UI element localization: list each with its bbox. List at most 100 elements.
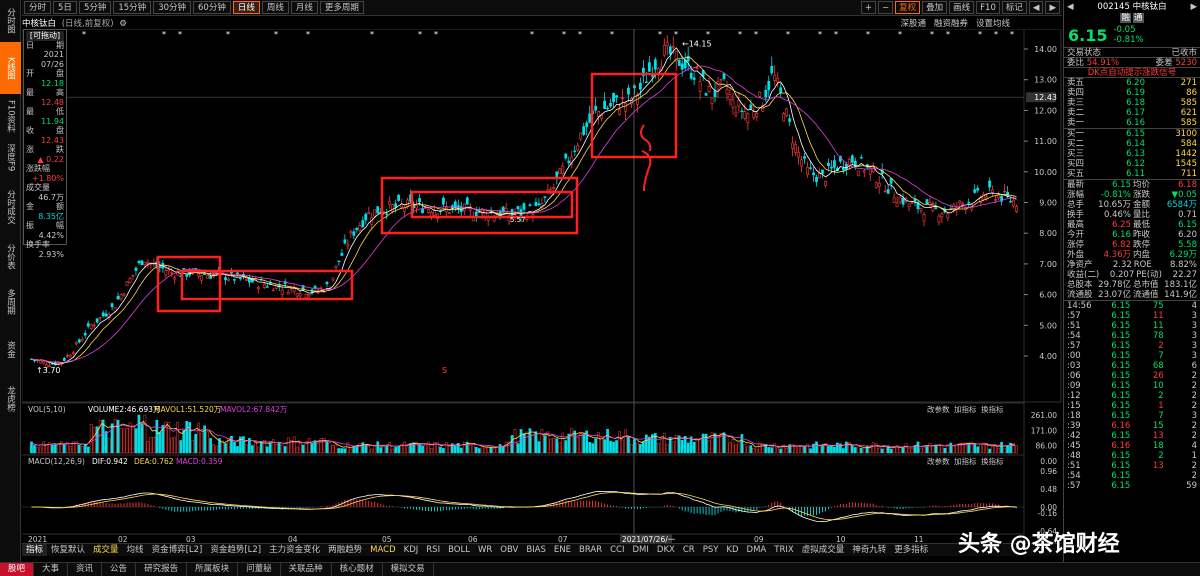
event-marker-icon[interactable]: * bbox=[418, 30, 422, 39]
left-tab-8[interactable]: 龙虎榜 bbox=[0, 374, 21, 424]
event-marker-icon[interactable]: * bbox=[658, 30, 662, 39]
event-marker-icon[interactable]: * bbox=[674, 30, 678, 39]
footer-tab-7[interactable]: 关联品种 bbox=[281, 563, 332, 576]
left-tab-3[interactable]: 深度F9 bbox=[0, 138, 21, 178]
footer-tab-0[interactable]: 股吧 bbox=[0, 563, 35, 576]
indicator-tab-9[interactable]: KDJ bbox=[400, 544, 423, 556]
footer-tab-8[interactable]: 核心题材 bbox=[332, 563, 383, 576]
forward-arrow-icon[interactable]: ▶ bbox=[1190, 2, 1197, 12]
indicator-tab-1[interactable]: 恢复默认 bbox=[47, 544, 89, 556]
indicator-tab-18[interactable]: DMI bbox=[629, 544, 653, 556]
footer-tab-1[interactable]: 大事 bbox=[34, 563, 69, 576]
indicator-tab-24[interactable]: TRIX bbox=[770, 544, 797, 556]
kline-info-box[interactable]: [可拖动] 日期 2021 07/26 开盘 12.18 最高 12.48 最低 11.94 收盘… bbox=[23, 29, 67, 259]
event-marker-icon[interactable]: * bbox=[786, 30, 790, 39]
period-button-8[interactable]: 月线 bbox=[290, 1, 318, 14]
event-marker-icon[interactable]: * bbox=[434, 30, 438, 39]
indicator-tab-12[interactable]: WR bbox=[474, 544, 496, 556]
left-tab-6[interactable]: 多周期 bbox=[0, 280, 21, 324]
indicator-tab-16[interactable]: BRAR bbox=[575, 544, 606, 556]
link-set-ma[interactable]: 设置均线 bbox=[976, 17, 1010, 29]
period-button-1[interactable]: 5日 bbox=[53, 1, 77, 14]
event-marker-icon[interactable]: * bbox=[930, 30, 934, 39]
link-rongzi[interactable]: 融资融券 bbox=[934, 17, 968, 29]
event-marker-icon[interactable]: * bbox=[818, 30, 822, 39]
signal-link[interactable]: DK点自动提示涨跌信号 bbox=[1088, 68, 1177, 78]
left-tab-4[interactable]: 分时成交 bbox=[0, 180, 21, 234]
period-button-7[interactable]: 周线 bbox=[261, 1, 289, 14]
link-shengutong[interactable]: 深股通 bbox=[900, 17, 926, 29]
event-marker-icon[interactable]: * bbox=[978, 30, 982, 39]
indicator-tab-25[interactable]: 虚拟成交量 bbox=[798, 544, 849, 556]
left-tab-1[interactable]: K线图 bbox=[0, 42, 21, 94]
footer-tab-4[interactable]: 研究报告 bbox=[136, 563, 188, 576]
event-marker-icon[interactable]: * bbox=[946, 30, 950, 39]
indicator-tab-5[interactable]: 资金趋势[L2] bbox=[206, 544, 265, 556]
event-marker-icon[interactable]: * bbox=[82, 30, 86, 39]
event-marker-icon[interactable]: * bbox=[866, 30, 870, 39]
event-marker-icon[interactable]: * bbox=[306, 30, 310, 39]
indicator-tab-7[interactable]: 两融趋势 bbox=[324, 544, 366, 556]
event-marker-icon[interactable]: * bbox=[738, 30, 742, 39]
event-marker-icon[interactable]: * bbox=[898, 30, 902, 39]
period-button-6[interactable]: 日线 bbox=[232, 1, 260, 14]
toolbar-right-button-7[interactable]: ◀ bbox=[1028, 1, 1044, 14]
period-button-3[interactable]: 15分钟 bbox=[113, 1, 152, 14]
indicator-tab-10[interactable]: RSI bbox=[422, 544, 444, 556]
indicator-tab-13[interactable]: OBV bbox=[496, 544, 522, 556]
event-marker-icon[interactable]: * bbox=[994, 30, 998, 39]
indicator-tab-27[interactable]: 更多指标 bbox=[890, 544, 932, 556]
left-tab-0[interactable]: 分时图 bbox=[0, 2, 21, 40]
indicator-tab-11[interactable]: BOLL bbox=[444, 544, 474, 556]
event-marker-icon[interactable]: * bbox=[1010, 30, 1014, 39]
indicator-tab-6[interactable]: 主力资金变化 bbox=[265, 544, 324, 556]
indicator-tab-20[interactable]: CR bbox=[679, 544, 699, 556]
indicator-tab-14[interactable]: BIAS bbox=[522, 544, 550, 556]
indicator-tab-2[interactable]: 成交量 bbox=[89, 544, 123, 556]
left-tab-5[interactable]: 分价表 bbox=[0, 236, 21, 278]
indicator-tab-4[interactable]: 资金博弈[L2] bbox=[148, 544, 207, 556]
indicator-tab-19[interactable]: DKX bbox=[653, 544, 679, 556]
period-button-0[interactable]: 分时 bbox=[24, 1, 52, 14]
toolbar-right-button-0[interactable]: + bbox=[860, 1, 876, 14]
event-marker-icon[interactable]: * bbox=[226, 30, 230, 39]
back-arrow-icon[interactable]: ◀ bbox=[1067, 2, 1074, 12]
toolbar-right-button-3[interactable]: 叠加 bbox=[922, 1, 948, 14]
indicator-tab-26[interactable]: 神奇九转 bbox=[848, 544, 890, 556]
indicator-tab-15[interactable]: ENE bbox=[550, 544, 575, 556]
footer-tab-6[interactable]: 问董秘 bbox=[238, 563, 281, 576]
toolbar-right-button-2[interactable]: 复权 bbox=[895, 1, 921, 14]
indicator-tab-3[interactable]: 均线 bbox=[123, 544, 148, 556]
indicator-tab-8[interactable]: MACD bbox=[366, 544, 399, 556]
toolbar-right-button-6[interactable]: 标记 bbox=[1001, 1, 1027, 14]
event-marker-icon[interactable]: * bbox=[834, 30, 838, 39]
indicator-tab-21[interactable]: PSY bbox=[699, 544, 723, 556]
period-button-2[interactable]: 5分钟 bbox=[78, 1, 112, 14]
footer-tab-2[interactable]: 资讯 bbox=[68, 563, 103, 576]
footer-tab-9[interactable]: 模拟交易 bbox=[383, 563, 434, 576]
event-marker-icon[interactable]: * bbox=[370, 30, 374, 39]
toolbar-right-button-8[interactable]: ▶ bbox=[1045, 1, 1060, 14]
toolbar-right-button-4[interactable]: 画线 bbox=[949, 1, 975, 14]
infobox-title[interactable]: [可拖动] bbox=[26, 31, 64, 41]
toolbar-right-button-1[interactable]: − bbox=[878, 1, 894, 14]
event-marker-icon[interactable]: * bbox=[274, 30, 278, 39]
event-marker-icon[interactable]: * bbox=[562, 30, 566, 39]
event-marker-icon[interactable]: * bbox=[162, 30, 166, 39]
event-marker-icon[interactable]: * bbox=[754, 30, 758, 39]
period-button-9[interactable]: 更多周期 bbox=[319, 1, 364, 14]
event-marker-icon[interactable]: * bbox=[706, 30, 710, 39]
indicator-tab-17[interactable]: CCI bbox=[606, 544, 628, 556]
footer-tab-3[interactable]: 公告 bbox=[102, 563, 137, 576]
period-button-5[interactable]: 60分钟 bbox=[193, 1, 231, 14]
event-marker-icon[interactable]: * bbox=[530, 30, 534, 39]
footer-tab-5[interactable]: 所属板块 bbox=[187, 563, 239, 576]
settings-icon[interactable]: ⚙ bbox=[119, 19, 127, 29]
event-marker-icon[interactable]: * bbox=[178, 30, 182, 39]
kline-chart-area[interactable]: 14.00 13.00 12.00 11.00 10.00 9.00 8.00 7.00 6.0… bbox=[22, 29, 1062, 543]
event-marker-icon[interactable]: * bbox=[610, 30, 614, 39]
period-button-4[interactable]: 30分钟 bbox=[153, 1, 192, 14]
toolbar-right-button-5[interactable]: F10 bbox=[976, 1, 1000, 14]
left-tab-7[interactable]: 资金 bbox=[0, 326, 21, 372]
indicator-tab-0[interactable]: 指标 bbox=[22, 544, 48, 556]
